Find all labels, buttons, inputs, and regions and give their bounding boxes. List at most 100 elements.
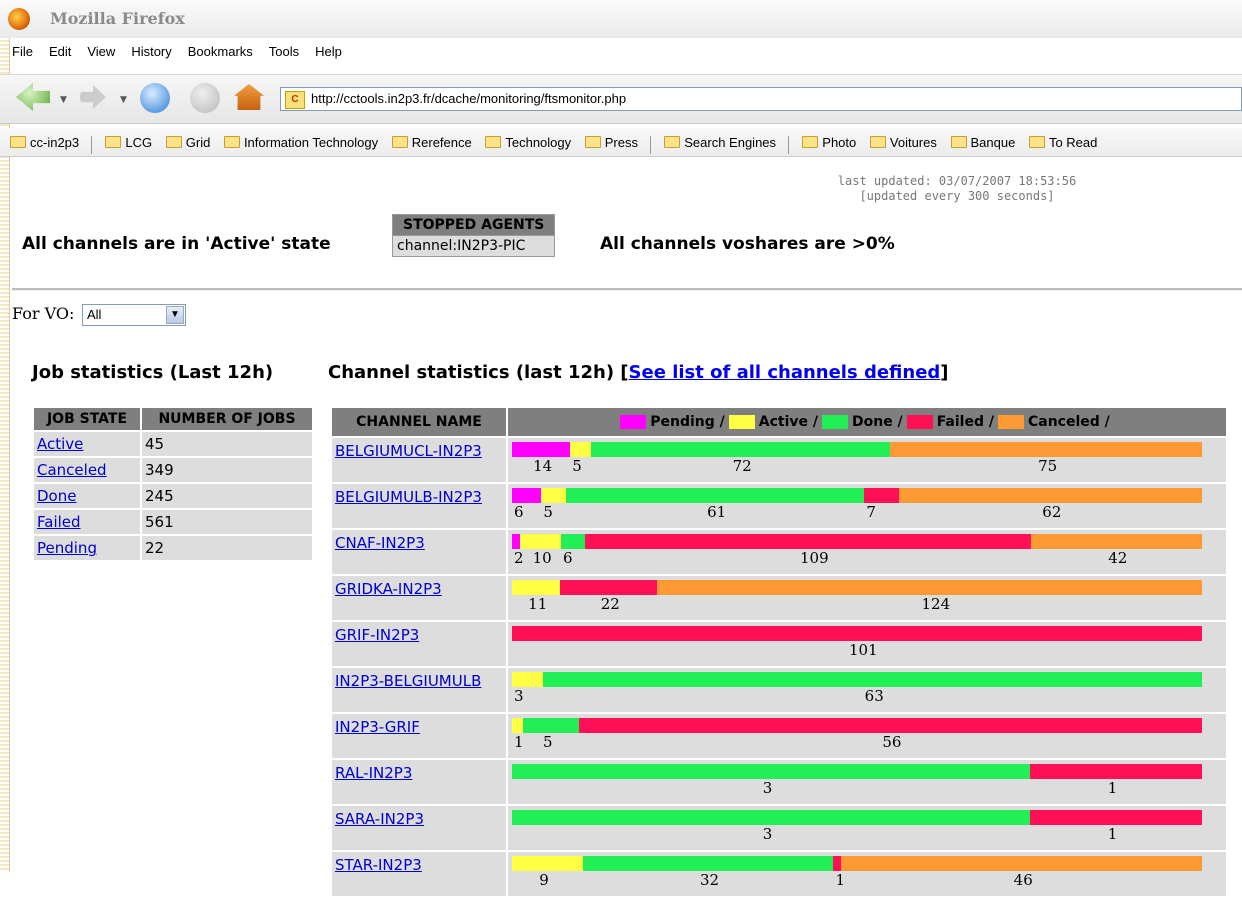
job-count-cell: 22 (142, 536, 312, 560)
channel-link[interactable]: GRIF-IN2P3 (335, 626, 419, 644)
channel-bar-cell: 31 (508, 760, 1226, 804)
vo-label: For VO: (12, 304, 75, 323)
forward-history-dropdown-icon[interactable]: ▼ (120, 95, 127, 105)
back-history-dropdown-icon[interactable]: ▼ (60, 95, 67, 105)
channel-link[interactable]: IN2P3-BELGIUMULB (335, 672, 481, 690)
channel-stats-title-close: ] (940, 362, 949, 383)
bookmark-folder[interactable]: Search Engines (664, 128, 776, 156)
menu-file[interactable]: File (12, 44, 33, 68)
channel-table-body: BELGIUMUCL-IN2P3 14 5 72 75 BELGIUMULB-IN2P3 6… (332, 438, 1226, 896)
vo-select[interactable]: All ▼ (82, 304, 186, 326)
job-state-cell: Pending (34, 536, 140, 560)
bookmark-folder[interactable]: Rerefence (391, 128, 472, 156)
bar-value-label: 75 (1038, 457, 1058, 475)
table-row: Active 45 (34, 432, 312, 456)
channel-link[interactable]: STAR-IN2P3 (335, 856, 422, 874)
folder-icon (165, 136, 182, 148)
bookmark-folder[interactable]: Photo (802, 128, 856, 156)
url-bar[interactable]: C http://cctools.in2p3.fr/dcache/monitor… (280, 87, 1242, 111)
legend-swatch-active (728, 415, 755, 429)
channels-state-text: All channels are in 'Active' state (22, 234, 331, 254)
chevron-down-icon[interactable]: ▼ (166, 306, 184, 324)
divider (12, 288, 1242, 291)
job-state-link[interactable]: Pending (37, 539, 97, 557)
bar-value-label: 63 (864, 687, 884, 705)
job-state-link[interactable]: Canceled (37, 461, 107, 479)
stacked-bar: 31 (512, 810, 1202, 846)
channel-link[interactable]: BELGIUMUCL-IN2P3 (335, 442, 482, 460)
stacked-bar: 11 22 124 (512, 580, 1202, 616)
bar-segment-done (512, 764, 1030, 779)
forward-arrow-icon[interactable] (80, 85, 106, 109)
bar-value-label: 61 (707, 503, 727, 521)
bookmark-separator (649, 135, 651, 154)
menu-history[interactable]: History (131, 44, 171, 68)
firefox-logo-icon (8, 8, 30, 30)
bar-value-label: 6 (562, 549, 573, 567)
channel-link[interactable]: GRIDKA-IN2P3 (335, 580, 442, 598)
channel-table-header: CHANNEL NAME Pending / Active / Done / Fail… (332, 408, 1226, 436)
col-job-state: JOB STATE (34, 408, 140, 430)
all-channels-link[interactable]: See list of all channels defined (629, 362, 941, 383)
bar-segment-canceled (1030, 534, 1202, 549)
folder-icon (391, 136, 408, 148)
table-row: IN2P3-GRIF 1 5 56 (332, 714, 1226, 758)
reload-icon[interactable] (140, 83, 170, 113)
bar-value-label: 1 (1107, 825, 1118, 843)
channel-link[interactable]: RAL-IN2P3 (335, 764, 412, 782)
channel-statistics-table: CHANNEL NAME Pending / Active / Done / Fail… (330, 406, 1228, 898)
bookmark-folder[interactable]: Grid (165, 128, 210, 156)
page-content: last updated: 03/07/2007 18:53:56 [updat… (12, 158, 1242, 896)
channel-bar-cell: 3 63 (508, 668, 1226, 712)
bookmark-folder[interactable]: Press (584, 128, 638, 156)
stopped-agent-item: channel:IN2P3-PIC (393, 235, 555, 256)
job-state-link[interactable]: Done (37, 487, 76, 505)
bar-segment-failed (578, 718, 1202, 733)
job-state-link[interactable]: Failed (37, 513, 81, 531)
bookmark-folder[interactable]: LCG (105, 128, 152, 156)
stacked-bar: 31 (512, 764, 1202, 800)
bookmark-folder[interactable]: Information Technology (223, 128, 378, 156)
channel-link[interactable]: IN2P3-GRIF (335, 718, 420, 736)
menu-help[interactable]: Help (315, 44, 342, 68)
url-text[interactable]: http://cctools.in2p3.fr/dcache/monitorin… (311, 88, 626, 110)
menu-view[interactable]: View (87, 44, 115, 68)
bar-value-label: 10 (532, 549, 552, 567)
window-title: Mozilla Firefox (50, 9, 185, 28)
bar-segment-failed (1029, 764, 1202, 779)
home-icon[interactable] (234, 84, 264, 110)
bookmark-folder[interactable]: Banque (950, 128, 1015, 156)
bookmark-folder[interactable]: cc-in2p3 (10, 128, 79, 156)
bookmark-label: Search Engines (684, 134, 777, 150)
back-arrow-icon[interactable] (16, 83, 50, 111)
table-row: STAR-IN2P3 9 32 1 46 (332, 852, 1226, 896)
bookmark-folder[interactable]: To Read (1028, 128, 1097, 156)
bar-value-label: 9 (539, 871, 549, 889)
channel-link[interactable]: BELGIUMULB-IN2P3 (335, 488, 482, 506)
bar-segment-failed (512, 626, 1202, 641)
menu-bookmarks[interactable]: Bookmarks (188, 44, 253, 68)
channel-link[interactable]: CNAF-IN2P3 (335, 534, 425, 552)
bar-value-label: 5 (542, 733, 553, 751)
bookmark-folder[interactable]: Voitures (869, 128, 937, 156)
bar-value-label: 5 (572, 457, 582, 475)
table-row: GRIDKA-IN2P3 11 22 124 (332, 576, 1226, 620)
folder-icon (1028, 136, 1045, 148)
menu-tools[interactable]: Tools (269, 44, 299, 68)
bar-segment-canceled (657, 580, 1202, 595)
bar-value-label: 1 (514, 733, 524, 751)
bookmark-separator (90, 135, 92, 154)
stacked-bar: 6 5 61 7 62 (512, 488, 1202, 524)
bookmark-label: Photo (822, 134, 857, 150)
legend-label-done: Done / (851, 414, 903, 430)
legend-swatch-canceled (997, 415, 1024, 429)
menu-edit[interactable]: Edit (49, 44, 71, 68)
channel-link[interactable]: SARA-IN2P3 (335, 810, 424, 828)
bookmark-folder[interactable]: Technology (485, 128, 571, 156)
site-favicon-icon: C (285, 91, 305, 109)
bar-segment-active (512, 718, 524, 733)
stop-icon[interactable] (190, 83, 220, 113)
folder-icon (223, 136, 240, 148)
bar-segment-done (523, 718, 579, 733)
job-state-link[interactable]: Active (37, 435, 83, 453)
